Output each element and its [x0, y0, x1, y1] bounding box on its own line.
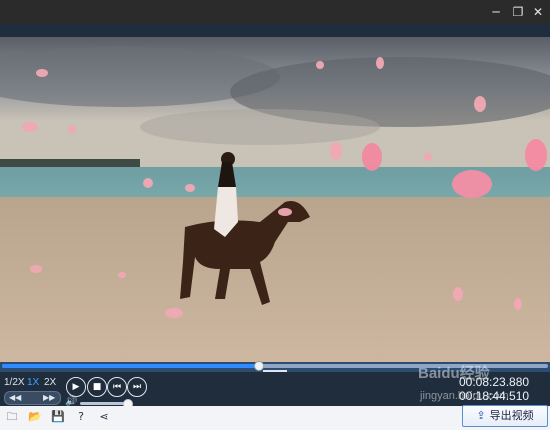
step-forward-icon[interactable]: ▶▶: [43, 392, 55, 404]
previous-button[interactable]: ⏮: [107, 377, 127, 397]
export-label: 导出视频: [489, 410, 534, 422]
stop-icon: ■: [92, 382, 102, 392]
play-icon: ▶: [72, 382, 80, 392]
close-icon[interactable]: ✕: [530, 4, 546, 20]
watermark-url: jingyan.baidu.com: [420, 390, 509, 402]
step-back-icon[interactable]: ◀◀: [9, 392, 21, 404]
speed-1x-option[interactable]: 1X: [27, 377, 39, 389]
speed-2x-option[interactable]: 2X: [44, 377, 56, 389]
stop-button[interactable]: ■: [87, 377, 107, 397]
next-button[interactable]: ⏭: [127, 377, 147, 397]
open-folder-icon[interactable]: 📂: [27, 409, 43, 425]
export-video-button[interactable]: ⇪ 导出视频: [462, 405, 548, 427]
title-bar: ─ ❐ ✕: [0, 0, 550, 24]
video-preview[interactable]: [0, 37, 550, 362]
island: [0, 159, 140, 167]
restore-icon[interactable]: ❐: [510, 4, 526, 20]
save-icon[interactable]: 💾: [50, 409, 66, 425]
export-icon: ⇪: [476, 409, 486, 422]
speed-half-option[interactable]: 1/2X: [4, 377, 25, 389]
progress-fill: [2, 364, 259, 368]
next-icon: ⏭: [132, 382, 142, 392]
previous-icon: ⏮: [112, 382, 122, 392]
share-icon[interactable]: ⋖: [96, 409, 112, 425]
minimize-icon[interactable]: ─: [488, 4, 504, 20]
frame-step-control[interactable]: ◀◀ ▶▶: [4, 391, 61, 405]
watermark-logo: Baidu经验: [418, 365, 490, 382]
play-button[interactable]: ▶: [66, 377, 86, 397]
help-icon[interactable]: ?: [73, 409, 89, 425]
volume-slider[interactable]: [80, 399, 133, 409]
folder-add-icon[interactable]: 🗀: [4, 409, 20, 425]
